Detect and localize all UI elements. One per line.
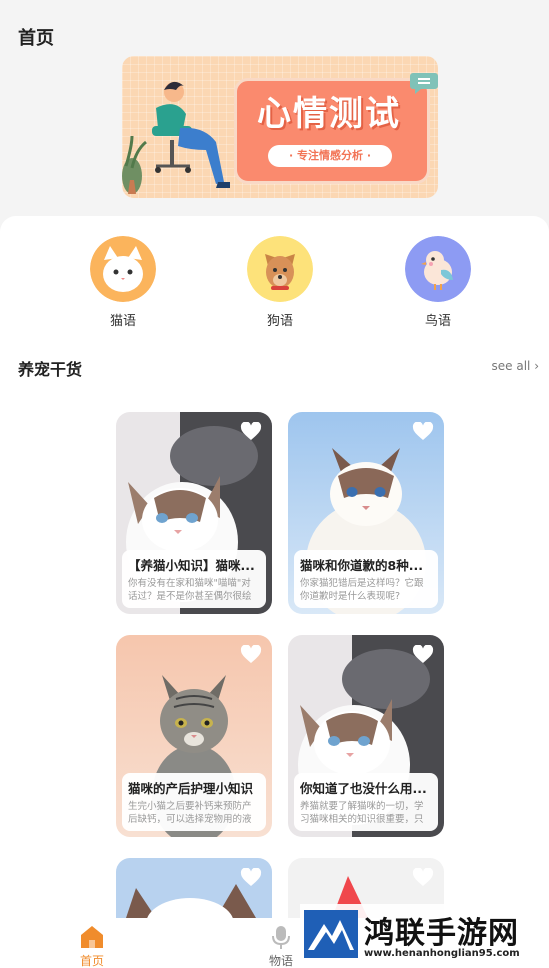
card-title: 【养猫小知识】猫咪...	[128, 558, 255, 573]
see-all-link[interactable]: see all ›	[492, 359, 539, 373]
category-label: 猫语	[109, 314, 136, 329]
heart-icon[interactable]	[412, 422, 434, 442]
card-title: 猫咪和你道歉的8种...	[300, 558, 423, 573]
person-on-chair-illustration	[122, 81, 230, 194]
article-card[interactable]: 【养猫小知识】猫咪... 你有没有在家和猫咪"喵喵"对话过？是不是你甚至偶尔很绘…	[116, 412, 272, 614]
heart-icon[interactable]	[412, 645, 434, 665]
chat-bubble-icon	[410, 73, 438, 94]
dog-face-icon	[247, 236, 313, 302]
microphone-icon	[272, 926, 290, 949]
article-card[interactable]	[116, 858, 272, 918]
card-title: 你知道了也没什么用...	[300, 781, 427, 796]
card-description: 养猫就要了解猫咪的一切，学习猫咪相关的知识很重要，只有...	[300, 801, 424, 825]
card-info: 你知道了也没什么用... 养猫就要了解猫咪的一切，学习猫咪相关的知识很重要，只有…	[294, 773, 438, 831]
cat-face-icon	[90, 236, 156, 302]
site-logo-icon	[304, 910, 358, 958]
tab-home[interactable]: 首页	[62, 924, 122, 968]
card-description: 生完小猫之后要补钙来预防产后缺钙，可以选择宠物用的液体...	[128, 801, 252, 825]
banner-title: 心情测试	[257, 94, 401, 134]
card-info: 【养猫小知识】猫咪... 你有没有在家和猫咪"喵喵"对话过？是不是你甚至偶尔很绘…	[122, 550, 266, 608]
heart-icon[interactable]	[240, 645, 262, 665]
bird-icon	[405, 236, 471, 302]
card-description: 你有没有在家和猫咪"喵喵"对话过？是不是你甚至偶尔很绘画...	[128, 578, 252, 602]
card-info: 猫咪的产后护理小知识 生完小猫之后要补钙来预防产后缺钙，可以选择宠物用的液体..…	[122, 773, 266, 831]
category-label: 狗语	[266, 314, 293, 329]
category-dog[interactable]: 狗语	[240, 236, 320, 329]
category-cat[interactable]: 猫语	[83, 236, 163, 329]
article-card[interactable]: 你知道了也没什么用... 养猫就要了解猫咪的一切，学习猫咪相关的知识很重要，只有…	[288, 635, 444, 837]
article-card[interactable]: 猫咪的产后护理小知识 生完小猫之后要补钙来预防产后缺钙，可以选择宠物用的液体..…	[116, 635, 272, 837]
heart-icon[interactable]	[240, 422, 262, 442]
watermark-text: 鸿联手游网	[364, 916, 519, 951]
tab-label: 首页	[79, 954, 104, 968]
home-icon	[81, 926, 103, 948]
heart-icon[interactable]	[412, 868, 434, 888]
mood-test-banner[interactable]: 心情测试 · 专注情感分析 ·	[122, 56, 438, 198]
ragdoll-cat-photo	[116, 858, 272, 918]
card-description: 你家猫犯错后是这样吗？它跟你道歉时是什么表现呢?	[300, 578, 424, 602]
page-title: 首页	[18, 28, 54, 49]
banner-subtitle: · 专注情感分析 ·	[268, 145, 392, 167]
watermark-url: www.henanhonglian95.com	[364, 948, 520, 959]
section-title: 养宠干货	[18, 360, 83, 379]
card-info: 猫咪和你道歉的8种... 你家猫犯错后是这样吗？它跟你道歉时是什么表现呢?	[294, 550, 438, 608]
category-label: 鸟语	[424, 314, 451, 329]
watermark: 鸿联手游网 www.henanhonglian95.com	[300, 904, 549, 968]
heart-icon[interactable]	[240, 868, 262, 888]
category-bird[interactable]: 鸟语	[398, 236, 478, 329]
card-title: 猫咪的产后护理小知识	[128, 781, 254, 796]
article-card[interactable]: 猫咪和你道歉的8种... 你家猫犯错后是这样吗？它跟你道歉时是什么表现呢?	[288, 412, 444, 614]
